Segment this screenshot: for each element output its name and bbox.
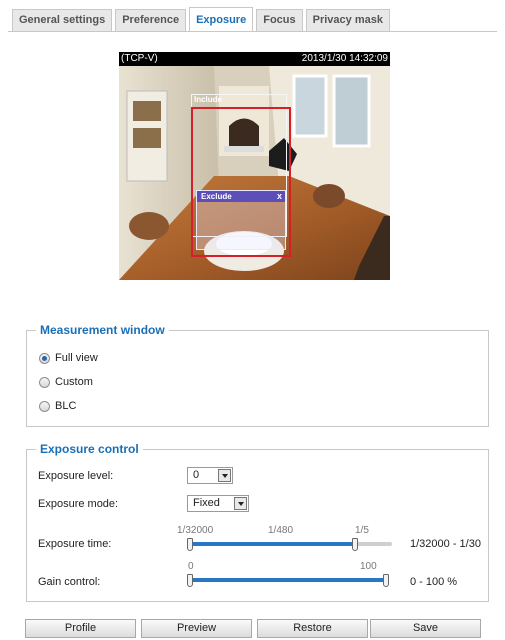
chevron-down-icon[interactable] [218, 469, 231, 482]
exposure-time-tick-mid: 1/480 [268, 525, 294, 536]
radio-label: BLC [55, 400, 77, 412]
exposure-time-label: Exposure time: [38, 538, 112, 550]
exposure-control-title: Exposure control [36, 442, 143, 456]
exposure-time-min-handle[interactable] [187, 538, 193, 551]
radio-label: Full view [55, 352, 98, 364]
tab-preference[interactable]: Preference [115, 9, 187, 31]
gain-min-handle[interactable] [187, 574, 193, 587]
radio-full-view[interactable]: Full view [39, 352, 98, 364]
gain-range: 0 - 100 % [410, 576, 458, 588]
measurement-window-title: Measurement window [36, 323, 169, 337]
restore-button[interactable]: Restore [257, 619, 368, 638]
radio-custom[interactable]: Custom [39, 376, 93, 388]
radio-label: Custom [55, 376, 93, 388]
stream-label: (TCP-V) [121, 53, 158, 64]
video-caption-bar: (TCP-V) 2013/1/30 14:32:09 [119, 52, 390, 66]
video-preview: (TCP-V) 2013/1/30 14:32:09 Include Exclu… [119, 52, 390, 280]
tab-privacy-mask[interactable]: Privacy mask [305, 9, 390, 31]
gain-slider-range[interactable] [190, 578, 386, 582]
exposure-time-slider-range[interactable] [190, 542, 355, 546]
video-timestamp: 2013/1/30 14:32:09 [301, 53, 388, 64]
tab-focus[interactable]: Focus [256, 9, 303, 31]
save-button[interactable]: Save [370, 619, 481, 638]
tab-general-settings[interactable]: General settings [12, 9, 113, 31]
tab-bar: General settings Preference Exposure Foc… [12, 7, 390, 31]
gain-tick-min: 0 [188, 561, 194, 572]
measurement-window-group: Measurement window Full view Custom BLC [26, 323, 489, 427]
exposure-mode-value: Fixed [193, 497, 220, 509]
exposure-time-max-handle[interactable] [352, 538, 358, 551]
exclude-window[interactable]: Exclude x [196, 190, 286, 250]
chevron-down-icon[interactable] [234, 497, 247, 510]
exclude-label: Exclude [201, 192, 232, 201]
preview-button[interactable]: Preview [141, 619, 252, 638]
radio-icon[interactable] [39, 400, 50, 412]
exclude-window-header[interactable]: Exclude x [197, 191, 285, 202]
exposure-level-value: 0 [193, 469, 200, 481]
gain-control-label: Gain control: [38, 576, 101, 588]
radio-icon[interactable] [39, 376, 50, 388]
exposure-mode-label: Exposure mode: [38, 498, 119, 510]
radio-blc[interactable]: BLC [39, 400, 76, 412]
exposure-time-tick-min: 1/32000 [177, 525, 214, 536]
exposure-level-label: Exposure level: [38, 470, 114, 482]
close-icon[interactable]: x [277, 191, 282, 202]
exposure-mode-select[interactable]: Fixed [187, 495, 249, 512]
profile-button[interactable]: Profile [25, 619, 136, 638]
exposure-control-group: Exposure control Exposure level: 0 Expos… [26, 442, 489, 602]
include-label: Include [194, 95, 223, 104]
gain-max-handle[interactable] [383, 574, 389, 587]
exposure-time-tick-max: 1/5 [355, 525, 369, 536]
exposure-time-range: 1/32000 - 1/30 [410, 538, 481, 550]
tab-underline [8, 31, 497, 32]
radio-icon-selected[interactable] [39, 352, 50, 364]
exposure-level-select[interactable]: 0 [187, 467, 233, 484]
tab-exposure[interactable]: Exposure [189, 7, 254, 31]
gain-tick-max: 100 [360, 561, 377, 572]
